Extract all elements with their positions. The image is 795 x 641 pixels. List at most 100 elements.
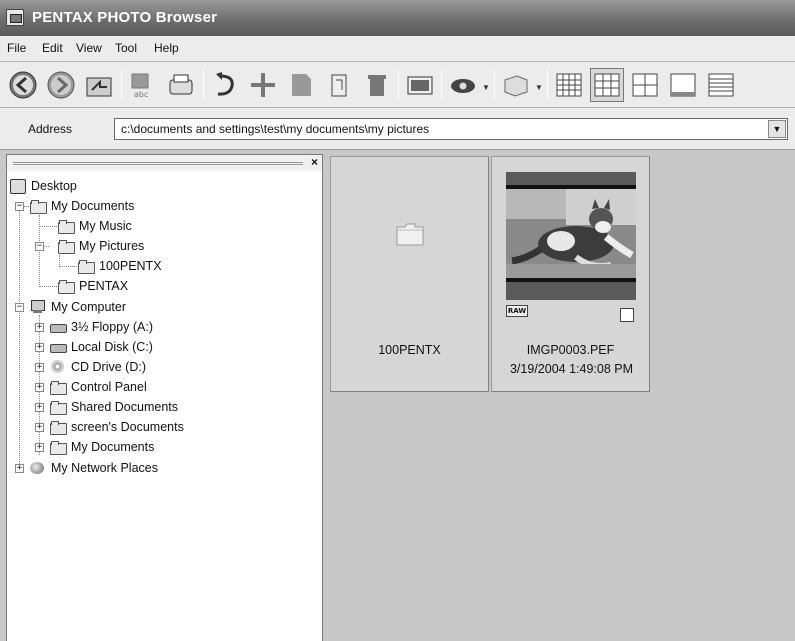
tree-label: My Network Places: [51, 461, 158, 475]
tree-item-desktop[interactable]: Desktop: [9, 176, 77, 196]
tree-item-my-documents[interactable]: My Documents: [29, 196, 134, 216]
menu-tool[interactable]: Tool: [115, 41, 137, 55]
delete-button[interactable]: [360, 68, 394, 102]
floppy-drive-icon: [49, 319, 67, 335]
folder-icon: [49, 439, 67, 455]
view-mode-dropdown-icon[interactable]: ▼: [482, 83, 490, 92]
desktop-icon: [9, 178, 27, 194]
address-input[interactable]: c:\documents and settings\test\my docume…: [114, 118, 788, 140]
single-view-button[interactable]: [666, 68, 700, 102]
tree-item-my-music[interactable]: My Music: [57, 216, 132, 236]
slideshow-button[interactable]: [403, 68, 437, 102]
display-options-button[interactable]: [499, 68, 533, 102]
expand-icon[interactable]: +: [35, 363, 44, 372]
tree-label: Shared Documents: [71, 400, 179, 414]
grid-large-icon: [556, 73, 582, 97]
back-icon: [9, 71, 37, 99]
tree-item-shared-documents[interactable]: Shared Documents: [49, 397, 178, 417]
tree-label: Local Disk (C:): [71, 340, 153, 354]
list-view-icon: [708, 73, 734, 97]
up-folder-button[interactable]: [82, 68, 116, 102]
thumbnail-folder-100pentx[interactable]: 100PENTX: [330, 156, 489, 392]
tag-icon: [331, 74, 347, 97]
toolbar: abc ▼ ▼: [0, 62, 795, 108]
address-bar: Address c:\documents and settings\test\m…: [0, 108, 795, 150]
pane-grip[interactable]: [13, 162, 303, 165]
expand-icon[interactable]: +: [35, 343, 44, 352]
thumbnail-image-imgp0003[interactable]: RAW IMGP0003.PEF 3/19/2004 1:49:08 PM: [491, 156, 650, 392]
menu-file[interactable]: File: [7, 41, 26, 55]
folder-tree-pane: × Desktop − My Documents My Music − My P…: [6, 154, 323, 641]
folder-icon: [57, 278, 75, 294]
rotate-button[interactable]: [208, 68, 242, 102]
expand-icon[interactable]: +: [35, 443, 44, 452]
svg-text:abc: abc: [134, 90, 148, 99]
tree-item-my-computer[interactable]: My Computer: [29, 297, 126, 317]
menu-view[interactable]: View: [76, 41, 102, 55]
copy-button[interactable]: [284, 68, 318, 102]
tree-item-pentax[interactable]: PENTAX: [57, 276, 128, 296]
folder-icon: [77, 258, 95, 274]
forward-icon: [47, 71, 75, 99]
tree-item-my-documents-2[interactable]: My Documents: [49, 437, 154, 457]
address-label: Address: [28, 122, 73, 136]
up-folder-icon: [86, 77, 112, 97]
tree-item-floppy[interactable]: 3½ Floppy (A:): [49, 317, 153, 337]
grid-large-button[interactable]: [552, 68, 586, 102]
documents-folder-icon: [29, 198, 47, 214]
rename-icon: abc: [131, 73, 149, 99]
move-icon: [251, 73, 275, 97]
menu-help[interactable]: Help: [154, 41, 179, 55]
control-panel-icon: [49, 379, 67, 395]
display-options-dropdown-icon[interactable]: ▼: [535, 83, 543, 92]
rename-button[interactable]: abc: [126, 68, 160, 102]
expand-icon[interactable]: +: [15, 464, 24, 473]
collapse-icon[interactable]: −: [35, 242, 44, 251]
tree-label: PENTAX: [79, 279, 129, 293]
tag-button[interactable]: [322, 68, 356, 102]
move-button[interactable]: [246, 68, 280, 102]
select-checkbox[interactable]: [620, 308, 634, 322]
slideshow-icon: [407, 76, 433, 95]
tree-label: My Pictures: [79, 239, 145, 253]
window-title: PENTAX PHOTO Browser: [32, 9, 218, 26]
collapse-icon[interactable]: −: [15, 202, 24, 211]
tree-item-cd-drive[interactable]: CD Drive (D:): [49, 357, 146, 377]
undo-icon: [216, 72, 234, 96]
grid-medium-icon: [594, 73, 620, 97]
folder-icon: [49, 399, 67, 415]
tree-item-control-panel[interactable]: Control Panel: [49, 377, 147, 397]
hard-disk-icon: [49, 339, 67, 355]
tree-item-network-places[interactable]: My Network Places: [29, 458, 158, 478]
grid-small-button[interactable]: [628, 68, 662, 102]
print-icon: [169, 74, 193, 95]
folder-icon: [49, 419, 67, 435]
tree-label: CD Drive (D:): [71, 360, 146, 374]
close-pane-icon[interactable]: ×: [311, 155, 318, 169]
tree-item-local-disk[interactable]: Local Disk (C:): [49, 337, 153, 357]
folder-icon: [396, 223, 424, 246]
view-mode-button[interactable]: [446, 68, 480, 102]
tree-label: screen's Documents: [71, 420, 184, 434]
print-button[interactable]: [164, 68, 198, 102]
menu-bar: File Edit View Tool Help: [0, 36, 795, 62]
collapse-icon[interactable]: −: [15, 303, 24, 312]
tree-label: My Documents: [51, 199, 135, 213]
list-view-button[interactable]: [704, 68, 738, 102]
tree-label: Control Panel: [71, 380, 147, 394]
tree-item-screens-documents[interactable]: screen's Documents: [49, 417, 184, 437]
back-button[interactable]: [6, 68, 40, 102]
grid-medium-button[interactable]: [590, 68, 624, 102]
tree-item-my-pictures[interactable]: My Pictures: [57, 236, 145, 256]
tree-item-100pentx[interactable]: 100PENTX: [77, 256, 162, 276]
expand-icon[interactable]: +: [35, 323, 44, 332]
expand-icon[interactable]: +: [35, 403, 44, 412]
forward-button[interactable]: [44, 68, 78, 102]
expand-icon[interactable]: +: [35, 423, 44, 432]
expand-icon[interactable]: +: [35, 383, 44, 392]
network-icon: [29, 460, 47, 476]
address-dropdown-icon[interactable]: ▼: [768, 120, 786, 138]
tree-label: My Documents: [71, 440, 155, 454]
menu-edit[interactable]: Edit: [42, 41, 63, 55]
photo-thumbnail: [506, 172, 636, 300]
